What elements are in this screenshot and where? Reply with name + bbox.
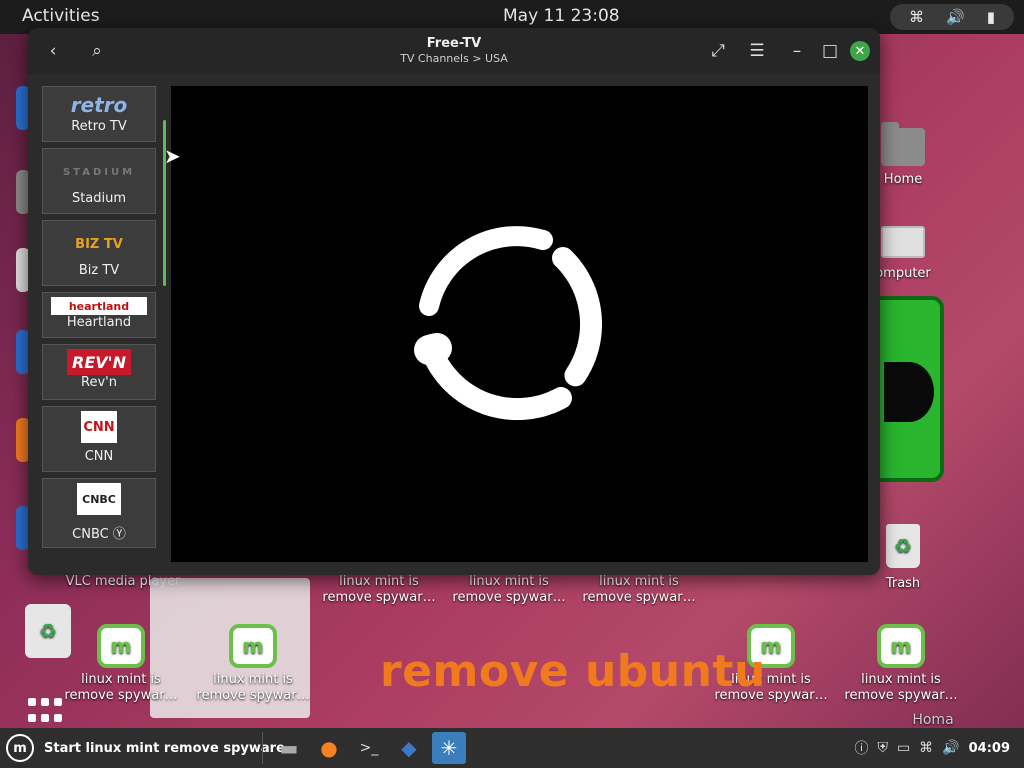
hamburger-icon: ☰ [749,41,765,61]
channel-item-retro-tv[interactable]: retro Retro TV [42,86,156,142]
taskbar: m Start linux mint remove spyware ▬ ● >_… [0,728,1024,768]
desktop-home-bottom[interactable]: Homa [898,712,968,728]
show-apps-button[interactable] [28,698,66,724]
retro-tv-logo: retro [70,93,128,117]
linux-mint-logo-icon: m [6,734,34,762]
cnbc-logo: CNBC [77,483,121,515]
clock[interactable]: May 11 23:08 [503,6,620,26]
grid-dot [54,713,62,722]
battery-icon: ▮ [986,8,995,26]
maximize-icon: □ [821,41,839,61]
minimize-icon: – [792,41,802,61]
free-tv-window: ‹ ⌕ Free-TV TV Channels > USA ⤢ ☰ – □ ✕ … [28,28,880,575]
terminal-icon: >_ [359,740,379,756]
volume-icon[interactable]: 🔊 [942,740,959,756]
channel-item-stadium[interactable]: STADIUM Stadium [42,148,156,214]
close-button[interactable]: ✕ [850,41,870,61]
grid-dot [41,713,49,722]
volume-icon: 🔊 [946,8,965,26]
linux-mint-icon: m [229,624,277,668]
loading-spinner-icon [414,226,603,421]
channel-list[interactable]: retro Retro TV STADIUM Stadium BIZ TV Bi… [42,86,156,562]
grid-dot [28,713,36,722]
cnn-logo: CNN [81,411,117,443]
close-icon: ✕ [854,43,866,59]
folder-icon [881,122,925,166]
desktop-mint-file[interactable]: m linux mint is remove spywar… [58,624,184,704]
linux-mint-icon: m [877,624,925,668]
python-icon: ◆ [401,736,417,760]
header-bar: ‹ ⌕ Free-TV TV Channels > USA ⤢ ☰ – □ ✕ [28,28,880,74]
desktop-mint-file[interactable]: m linux mint is remove spywar… [838,624,964,704]
minimize-button[interactable]: – [784,38,810,64]
taskbar-clock[interactable]: 04:09 [969,741,1010,756]
expand-icon: ⤢ [711,41,725,61]
video-player[interactable] [171,86,868,562]
network-icon[interactable]: ⌘ [919,740,933,756]
system-tray[interactable]: ⌘ 🔊 ▮ [890,4,1014,30]
spinner-arc [422,343,572,421]
channel-item-heartland[interactable]: heartland Heartland [42,292,156,338]
taskbar-separator [262,732,263,764]
free-tv-taskbar-button[interactable]: ✳ [432,732,466,764]
start-label: Start linux mint remove spyware [44,740,285,756]
terminal-taskbar-button[interactable]: >_ [352,732,386,764]
desktop-spyware-file[interactable]: linux mint is remove spywar… [318,574,440,606]
folder-icon: ▬ [279,736,299,760]
files-taskbar-button[interactable]: ▬ [272,732,306,764]
shield-icon[interactable]: ⛨ [877,740,888,756]
linux-mint-icon: m [97,624,145,668]
desktop-spyware-file[interactable]: linux mint is remove spywar… [578,574,700,606]
left-dock [0,80,30,580]
stadium-logo: STADIUM [62,166,136,178]
desktop-mint-file[interactable]: m linux mint is remove spywar… [190,624,316,704]
spinner-arc [552,247,603,387]
firefox-icon: ● [320,736,338,760]
grid-dot [41,698,49,706]
grid-dot [28,698,36,706]
heartland-logo: heartland [51,297,147,315]
notification-icon[interactable]: ⓘ [854,738,868,758]
network-icon: ⌘ [909,8,924,26]
python-taskbar-button[interactable]: ◆ [392,732,426,764]
trash-icon: ♻ [886,524,920,568]
spinner-arc [414,333,452,365]
desktop-spyware-file[interactable]: linux mint is remove spywar… [448,574,570,606]
revn-logo: REV'N [67,349,131,375]
start-menu-button[interactable]: m Start linux mint remove spyware [6,734,285,762]
eye-icon [884,362,934,422]
activities-button[interactable]: Activities [22,6,100,26]
biz-tv-logo: BIZ TV [75,236,123,252]
channel-item-cnn[interactable]: CNN CNN [42,406,156,472]
taskbar-tray: ⓘ ⛨ ▭ ⌘ 🔊 04:09 [854,738,1010,758]
grid-dot [54,698,62,706]
maximize-button[interactable]: □ [817,38,843,64]
remove-ubuntu-overlay-text: remove ubuntu [380,646,766,697]
firefox-taskbar-button[interactable]: ● [312,732,346,764]
channel-item-revn[interactable]: REV'N Rev'n [42,344,156,400]
channel-item-biz-tv[interactable]: BIZ TV Biz TV [42,220,156,286]
eye-app-icon[interactable] [876,296,944,482]
mouse-cursor-icon: ➤ [164,144,181,168]
display-icon[interactable]: ▭ [897,740,910,756]
free-tv-icon: ✳ [440,736,458,760]
fullscreen-button[interactable]: ⤢ [705,38,731,64]
channel-item-cnbc[interactable]: CNBC CNBC Ⓨ [42,478,156,548]
computer-icon [881,226,925,258]
menu-button[interactable]: ☰ [744,38,770,64]
spinner-arc [419,226,553,316]
